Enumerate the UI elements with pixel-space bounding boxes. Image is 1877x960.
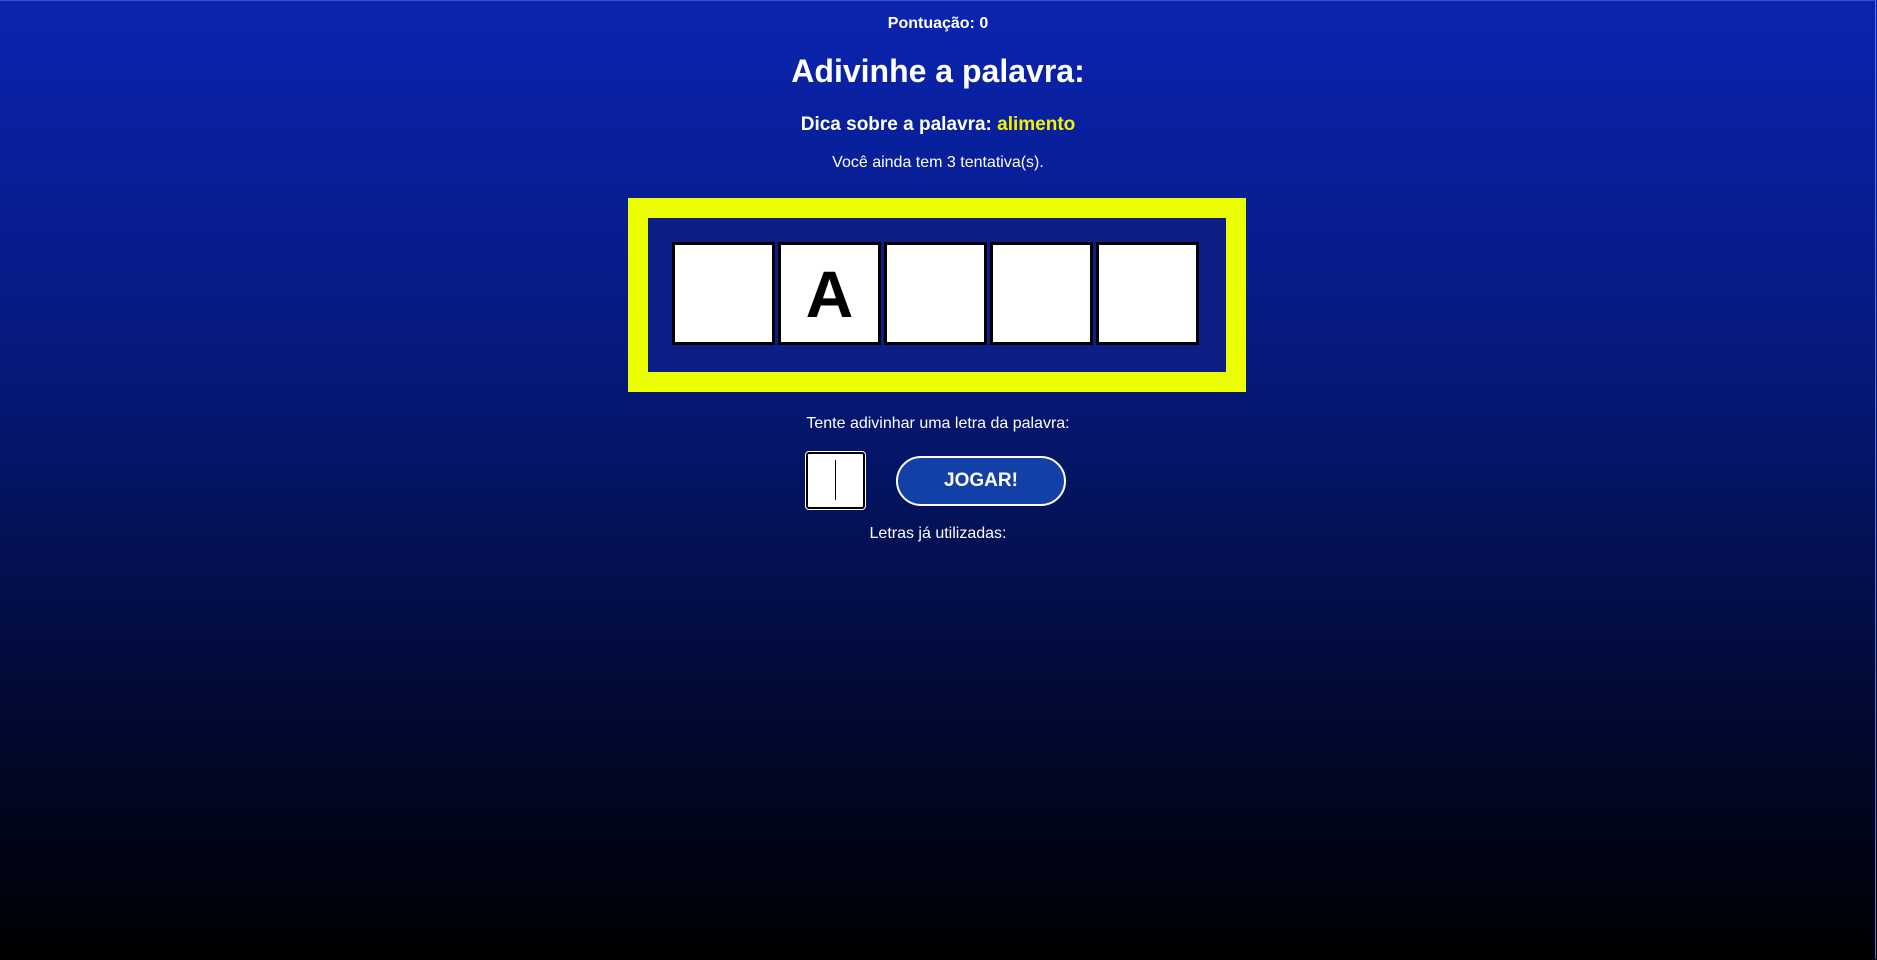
letter-slot-1: [672, 242, 775, 345]
attempts-remaining: Você ainda tem 3 tentativa(s).: [832, 154, 1044, 171]
hint-line: Dica sobre a palavra: alimento: [0, 114, 1876, 136]
letter-slot-2: A: [778, 242, 881, 345]
word-board: A: [628, 198, 1246, 392]
hint-label: Dica sobre a palavra:: [800, 114, 992, 135]
text-caret: [835, 460, 836, 500]
score-label: Pontuação: 0: [887, 15, 989, 32]
letter-slot-3: [884, 242, 987, 345]
page-title: Adivinhe a palavra:: [791, 53, 1085, 89]
used-letters-label: Letras já utilizadas:: [869, 525, 1007, 542]
letter-slots: A: [672, 242, 1199, 345]
letter-slot-5: [1096, 242, 1199, 345]
guess-prompt: Tente adivinhar uma letra da palavra:: [806, 415, 1070, 432]
word-board-inner: A: [648, 218, 1226, 372]
letter-slot-4: [990, 242, 1093, 345]
play-button[interactable]: JOGAR!: [896, 456, 1066, 506]
hint-value: alimento: [997, 114, 1076, 135]
